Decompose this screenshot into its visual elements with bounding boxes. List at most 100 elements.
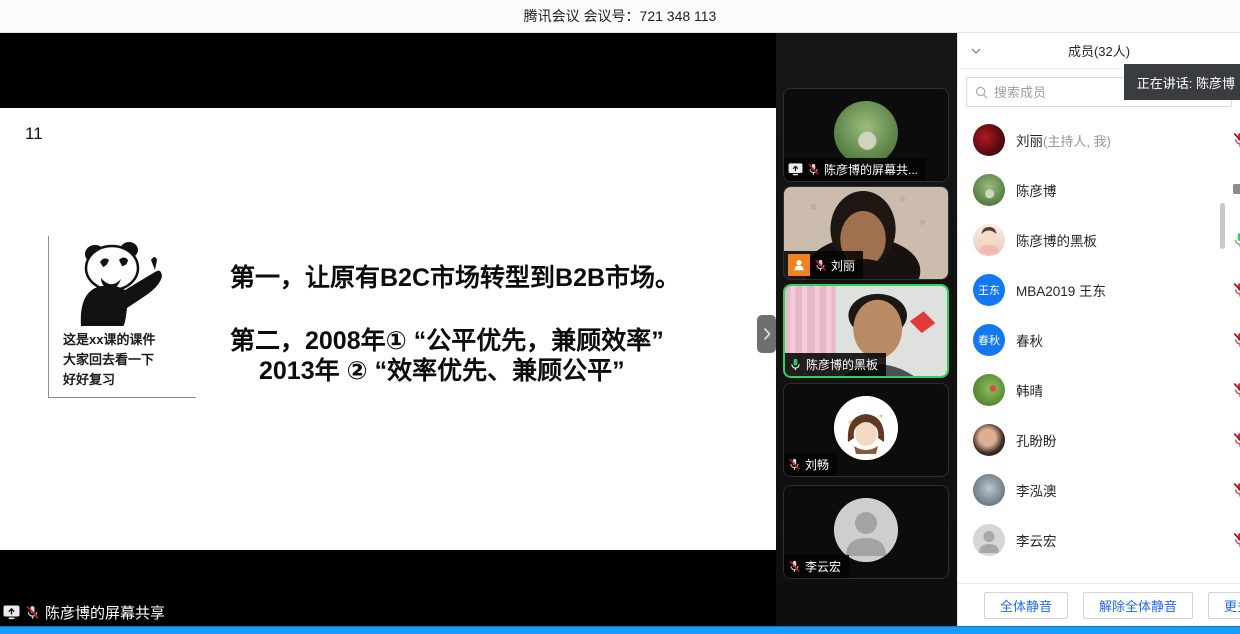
unmute-all-button[interactable]: 解除全体静音 xyxy=(1083,592,1193,619)
avatar xyxy=(834,396,898,460)
tile-name-label: 陈彦博的黑板 xyxy=(785,353,886,376)
member-row[interactable]: 陈彦博 xyxy=(958,165,1240,215)
screen-share-icon xyxy=(1232,182,1240,198)
mute-all-button[interactable]: 全体静音 xyxy=(984,592,1068,619)
video-tile[interactable]: 陈彦博的屏幕共... xyxy=(783,88,949,182)
muted-mic-icon xyxy=(1232,332,1240,348)
muted-mic-icon xyxy=(788,458,801,471)
slide-text-block: 第一，让原有B2C市场转型到B2B市场。 第二，2008年① “公平优先，兼顾效… xyxy=(230,263,680,387)
member-row[interactable]: 李云宏 xyxy=(958,515,1240,565)
muted-mic-icon xyxy=(1232,282,1240,298)
mic-on-icon xyxy=(789,358,802,371)
avatar xyxy=(973,524,1005,556)
meeting-title: 腾讯会议 会议号：721 348 113 xyxy=(524,6,717,26)
member-role-suffix: (主持人, 我) xyxy=(1043,131,1111,150)
slide-text-line: 2013年 ② “效率优先、兼顾公平” xyxy=(230,356,680,387)
member-row[interactable]: 李泓澳 xyxy=(958,465,1240,515)
avatar-initials: 王东 xyxy=(978,282,1000,298)
member-name: 李泓澳 xyxy=(1016,480,1057,500)
video-strip: 陈彦博的屏幕共... xyxy=(776,33,957,626)
presenter-icon xyxy=(788,254,810,276)
chevron-down-icon xyxy=(971,48,981,54)
members-panel: 成员(32人) 刘丽 (主持人, 我) 陈彦博 xyxy=(957,33,1240,626)
muted-mic-icon xyxy=(1232,132,1240,148)
meme-caption-line: 好好复习 xyxy=(63,370,196,390)
member-row[interactable]: 春秋 春秋 xyxy=(958,315,1240,365)
tencent-meeting-window: 腾讯会议 会议号：721 348 113 11 xyxy=(0,0,1240,634)
muted-mic-icon xyxy=(1232,482,1240,498)
tile-name: 李云宏 xyxy=(805,558,841,575)
avatar xyxy=(834,101,898,165)
collapse-panel-button[interactable] xyxy=(968,43,984,59)
avatar xyxy=(973,174,1005,206)
member-row[interactable]: 王东 MBA2019 王东 xyxy=(958,265,1240,315)
member-row[interactable]: 刘丽 (主持人, 我) xyxy=(958,115,1240,165)
video-tile[interactable]: 刘丽 xyxy=(783,186,949,280)
tile-name: 刘畅 xyxy=(805,456,829,473)
meme-caption: 这是xx课的课件 大家回去看一下 好好复习 xyxy=(63,330,196,390)
avatar xyxy=(973,224,1005,256)
member-name: 刘丽 xyxy=(1016,130,1043,150)
panda-meme-image xyxy=(67,238,167,326)
search-icon xyxy=(975,86,988,99)
meme-caption-line: 大家回去看一下 xyxy=(63,350,196,370)
member-row[interactable]: 陈彦博的黑板 xyxy=(958,215,1240,265)
meme-caption-line: 这是xx课的课件 xyxy=(63,330,196,350)
slide-text-line: 第二，2008年① “公平优先，兼顾效率” xyxy=(230,326,680,357)
muted-mic-icon xyxy=(1232,532,1240,548)
member-name: 韩晴 xyxy=(1016,380,1043,400)
member-name: 陈彦博的黑板 xyxy=(1016,230,1097,250)
avatar xyxy=(973,124,1005,156)
members-panel-footer: 全体静音 解除全体静音 更多 xyxy=(958,583,1240,626)
scrollbar-thumb[interactable] xyxy=(1220,203,1225,249)
avatar xyxy=(973,424,1005,456)
video-tile[interactable]: 李云宏 xyxy=(783,485,949,579)
member-list: 刘丽 (主持人, 我) 陈彦博 陈彦博的黑板 王东 xyxy=(958,115,1240,565)
meme-figure: 这是xx课的课件 大家回去看一下 好好复习 xyxy=(48,236,196,398)
chevron-right-icon xyxy=(763,327,771,341)
taskbar xyxy=(0,626,1240,634)
member-row[interactable]: 孔盼盼 xyxy=(958,415,1240,465)
muted-mic-icon xyxy=(1232,432,1240,448)
expand-strip-button[interactable] xyxy=(757,315,776,353)
screen-share-icon xyxy=(788,163,803,176)
more-button[interactable]: 更多 xyxy=(1208,592,1240,619)
avatar-initials: 春秋 xyxy=(978,332,1000,348)
members-panel-title: 成员(32人) xyxy=(1068,41,1130,60)
muted-mic-icon xyxy=(814,259,827,272)
speaking-tooltip: 正在讲话: 陈彦博 xyxy=(1124,64,1240,100)
avatar: 王东 xyxy=(973,274,1005,306)
muted-mic-icon xyxy=(807,163,820,176)
screen-share-banner: 陈彦博的屏幕共享 xyxy=(3,602,165,623)
member-name: MBA2019 王东 xyxy=(1016,280,1106,300)
tile-name: 陈彦博的黑板 xyxy=(806,356,878,373)
muted-mic-icon xyxy=(25,605,40,620)
tile-name-label: 李云宏 xyxy=(784,555,849,578)
member-row[interactable]: 韩晴 xyxy=(958,365,1240,415)
tile-name: 陈彦博的屏幕共... xyxy=(824,161,918,178)
member-name: 春秋 xyxy=(1016,330,1043,350)
shared-screen-area: 11 这是xx课的课件 大家回去看一下 xyxy=(0,33,776,626)
video-tile[interactable]: 刘畅 xyxy=(783,383,949,477)
titlebar: 腾讯会议 会议号：721 348 113 xyxy=(0,0,1240,33)
avatar xyxy=(973,474,1005,506)
member-name: 陈彦博 xyxy=(1016,180,1057,200)
slide: 11 这是xx课的课件 大家回去看一下 xyxy=(0,108,776,550)
slide-text-line: 第一，让原有B2C市场转型到B2B市场。 xyxy=(230,263,680,294)
mic-on-icon xyxy=(1232,232,1240,248)
slide-page-number: 11 xyxy=(25,124,43,144)
screen-share-icon xyxy=(3,605,20,620)
muted-mic-icon xyxy=(788,560,801,573)
tile-name-label: 陈彦博的屏幕共... xyxy=(784,158,926,181)
member-name: 李云宏 xyxy=(1016,530,1057,550)
tile-name-label: 刘畅 xyxy=(784,453,837,476)
screen-share-banner-label: 陈彦博的屏幕共享 xyxy=(45,602,165,623)
content: 11 这是xx课的课件 大家回去看一下 xyxy=(0,33,1240,626)
tile-name: 刘丽 xyxy=(831,257,855,274)
video-tile-active-speaker[interactable]: 陈彦博的黑板 xyxy=(783,284,949,378)
muted-mic-icon xyxy=(1232,382,1240,398)
avatar xyxy=(834,498,898,562)
tile-name-label: 刘丽 xyxy=(784,251,863,279)
member-name: 孔盼盼 xyxy=(1016,430,1057,450)
avatar xyxy=(973,374,1005,406)
